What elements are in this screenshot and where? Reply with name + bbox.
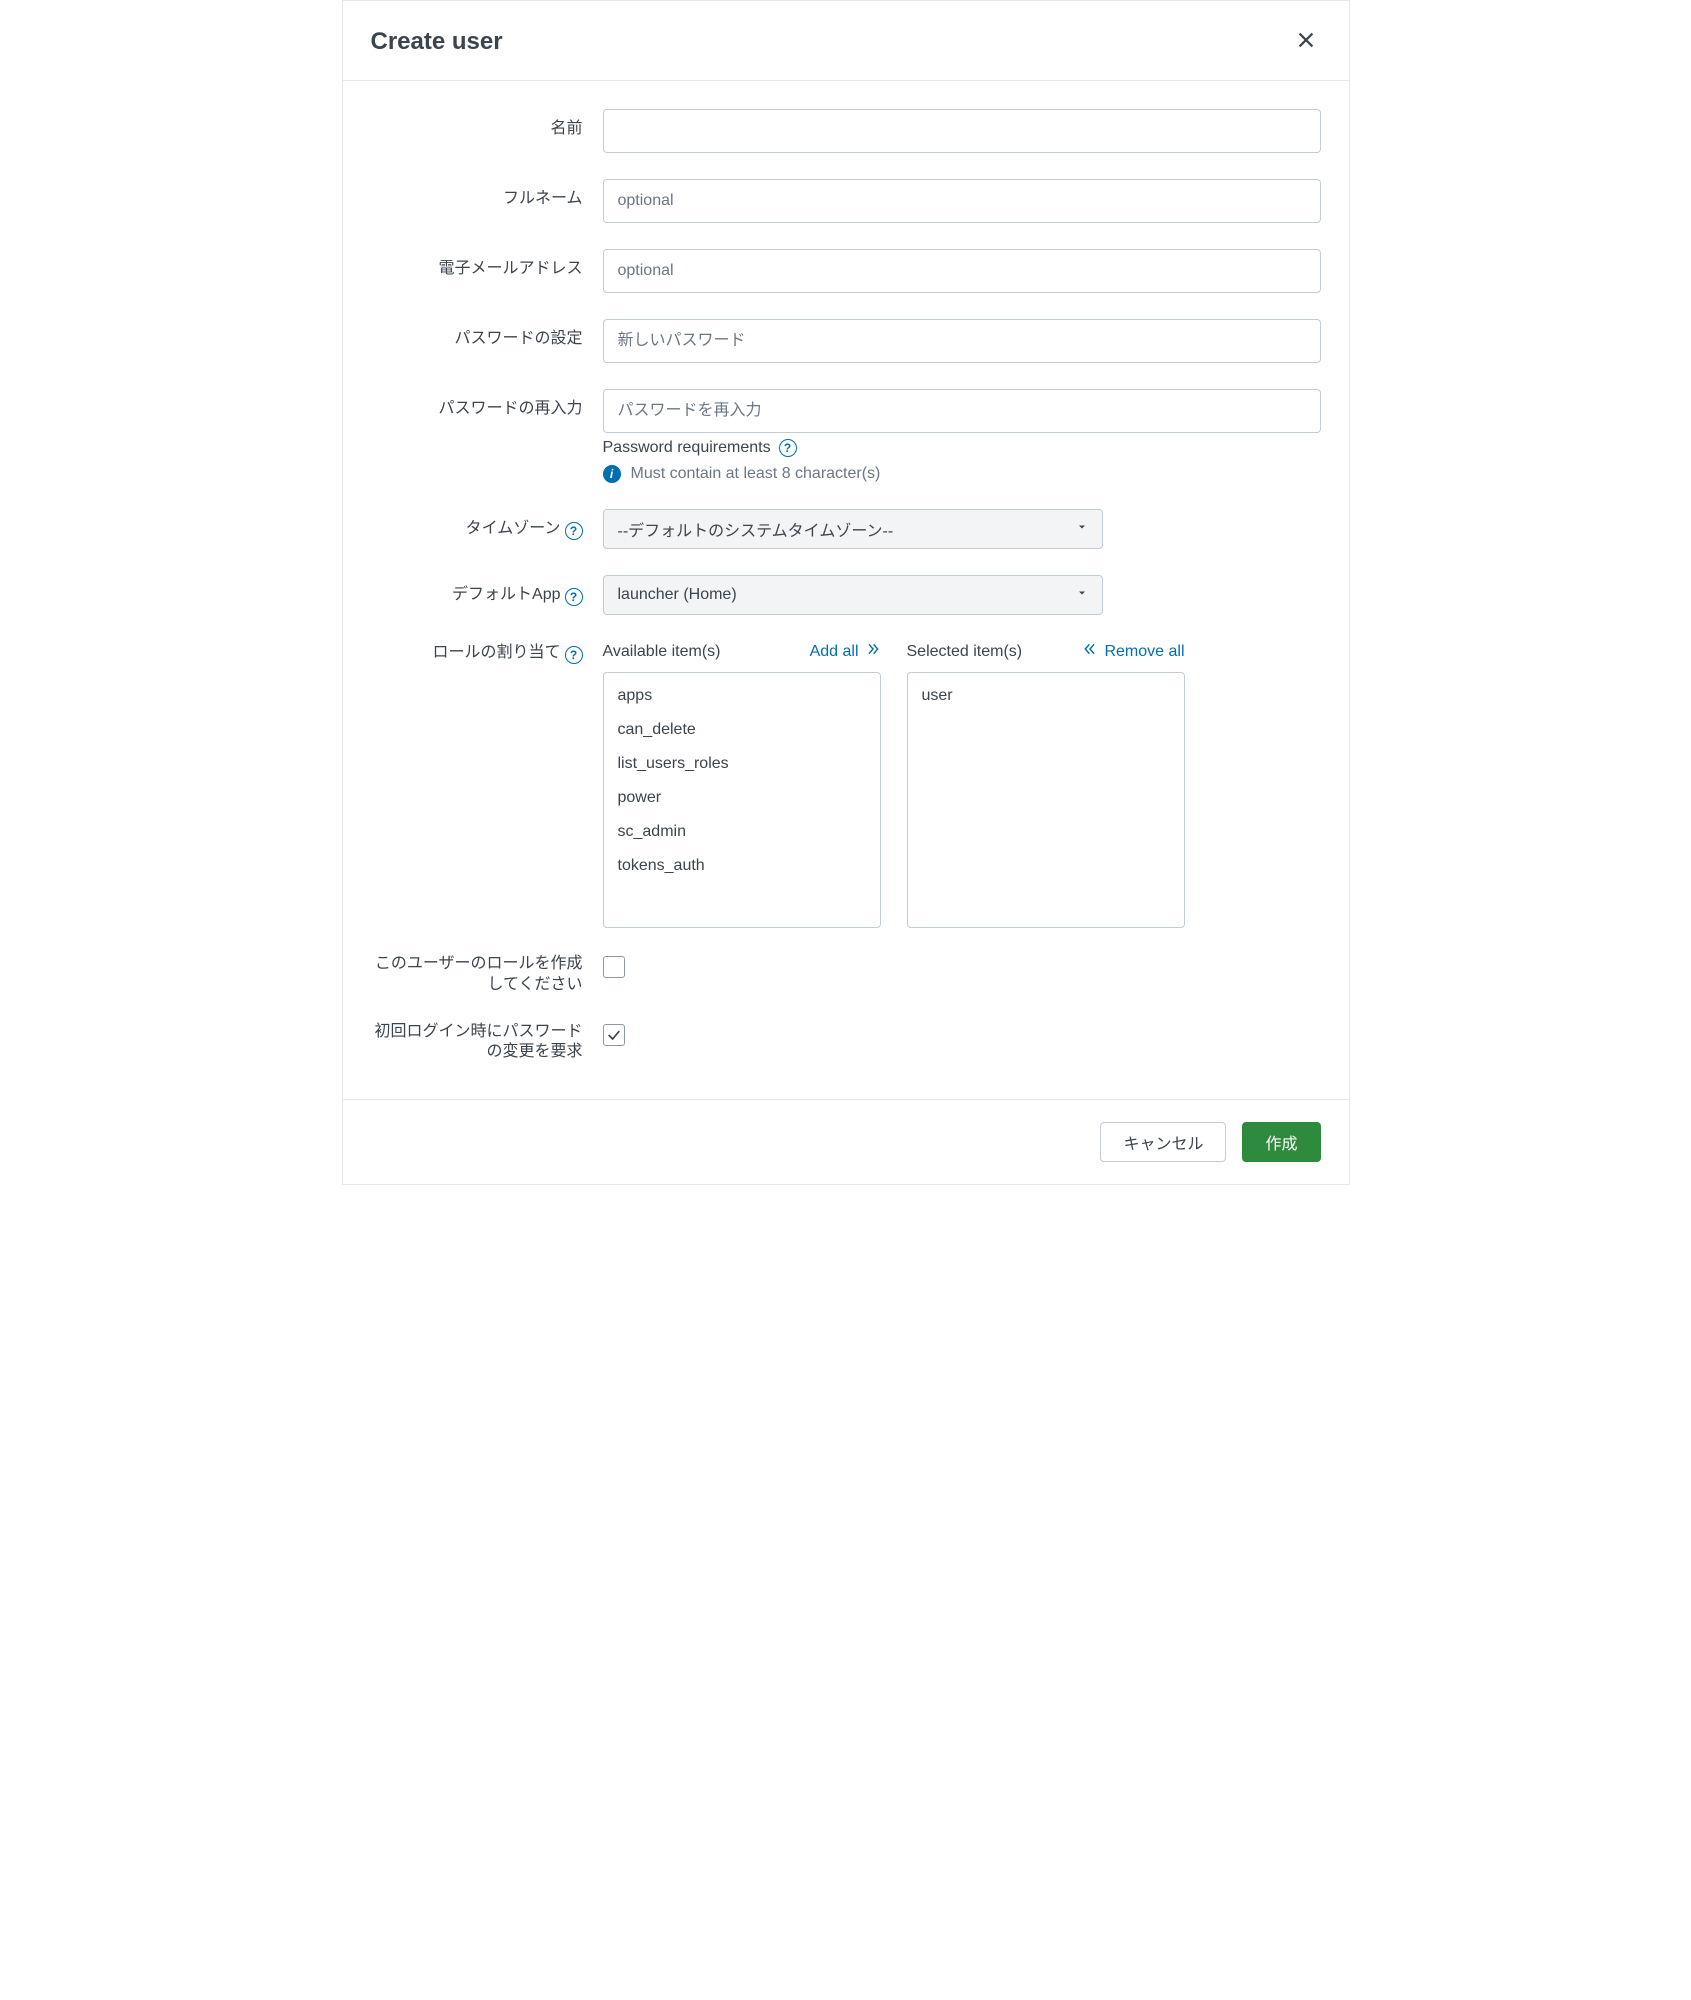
roles-dual-list: Available item(s) Add all appscan_de — [603, 641, 1321, 928]
password-requirements-title: Password requirements ? — [603, 439, 1321, 457]
help-icon[interactable]: ? — [565, 646, 583, 664]
row-roles: ロールの割り当て ? Available item(s) Add all — [371, 641, 1321, 928]
available-column: Available item(s) Add all appscan_de — [603, 641, 881, 928]
list-item[interactable]: apps — [604, 679, 880, 713]
label-fullname: フルネーム — [371, 179, 603, 210]
label-password-confirm: パスワードの再入力 — [371, 389, 603, 420]
fullname-input[interactable] — [603, 179, 1321, 223]
list-item[interactable]: can_delete — [604, 713, 880, 747]
list-item[interactable]: user — [908, 679, 1184, 713]
password-confirm-input[interactable] — [603, 389, 1321, 433]
default-app-select[interactable]: launcher (Home) — [603, 575, 1103, 615]
label-name: 名前 — [371, 109, 603, 140]
chevron-double-left-icon — [1082, 641, 1098, 662]
help-icon[interactable]: ? — [565, 522, 583, 540]
add-all-button[interactable]: Add all — [810, 641, 881, 662]
label-create-role: このユーザーのロールを作成してください — [371, 954, 603, 996]
list-item[interactable]: tokens_auth — [604, 849, 880, 883]
dialog-title: Create user — [371, 28, 503, 56]
list-item[interactable]: sc_admin — [604, 815, 880, 849]
password-input[interactable] — [603, 319, 1321, 363]
dialog-header: Create user — [343, 1, 1349, 81]
row-require-pw-change: 初回ログイン時にパスワードの変更を要求 — [371, 1022, 1321, 1064]
close-icon — [1295, 39, 1317, 54]
label-timezone: タイムゾーン ? — [371, 509, 603, 540]
row-fullname: フルネーム — [371, 179, 1321, 223]
selected-column: Selected item(s) Remove all user — [907, 641, 1185, 928]
label-default-app: デフォルトApp ? — [371, 575, 603, 606]
close-button[interactable] — [1291, 25, 1321, 58]
password-requirement-rule: i Must contain at least 8 character(s) — [603, 465, 1321, 483]
selected-title: Selected item(s) — [907, 643, 1023, 661]
create-user-dialog: Create user 名前 フルネーム — [342, 0, 1350, 1185]
label-password: パスワードの設定 — [371, 319, 603, 350]
row-email: 電子メールアドレス — [371, 249, 1321, 293]
list-item[interactable]: list_users_roles — [604, 747, 880, 781]
help-icon[interactable]: ? — [779, 439, 797, 457]
available-listbox[interactable]: appscan_deletelist_users_rolespowersc_ad… — [603, 672, 881, 928]
caret-down-icon — [1076, 520, 1088, 538]
default-app-value: launcher (Home) — [618, 586, 737, 604]
row-timezone: タイムゾーン ? --デフォルトのシステムタイムゾーン-- — [371, 509, 1321, 549]
password-requirements: Password requirements ? i Must contain a… — [603, 439, 1321, 483]
row-password: パスワードの設定 — [371, 319, 1321, 363]
help-icon[interactable]: ? — [565, 588, 583, 606]
selected-listbox[interactable]: user — [907, 672, 1185, 928]
dialog-footer: キャンセル 作成 — [343, 1099, 1349, 1184]
chevron-double-right-icon — [865, 641, 881, 662]
row-create-role: このユーザーのロールを作成してください — [371, 954, 1321, 996]
info-icon: i — [603, 465, 621, 483]
row-name: 名前 — [371, 109, 1321, 153]
row-password-confirm: パスワードの再入力 Password requirements ? i Must… — [371, 389, 1321, 483]
dialog-body: 名前 フルネーム 電子メールアドレス — [343, 81, 1349, 1099]
name-input[interactable] — [603, 109, 1321, 153]
email-input[interactable] — [603, 249, 1321, 293]
require-pw-change-checkbox[interactable] — [603, 1024, 625, 1046]
label-require-pw-change: 初回ログイン時にパスワードの変更を要求 — [371, 1022, 603, 1064]
cancel-button[interactable]: キャンセル — [1100, 1122, 1226, 1162]
create-role-checkbox[interactable] — [603, 956, 625, 978]
caret-down-icon — [1076, 586, 1088, 604]
timezone-value: --デフォルトのシステムタイムゾーン-- — [618, 517, 894, 541]
label-email: 電子メールアドレス — [371, 249, 603, 280]
list-item[interactable]: power — [604, 781, 880, 815]
row-default-app: デフォルトApp ? launcher (Home) — [371, 575, 1321, 615]
submit-button[interactable]: 作成 — [1242, 1122, 1320, 1162]
label-roles: ロールの割り当て ? — [371, 641, 603, 664]
timezone-select[interactable]: --デフォルトのシステムタイムゾーン-- — [603, 509, 1103, 549]
available-title: Available item(s) — [603, 643, 721, 661]
remove-all-button[interactable]: Remove all — [1082, 641, 1184, 662]
